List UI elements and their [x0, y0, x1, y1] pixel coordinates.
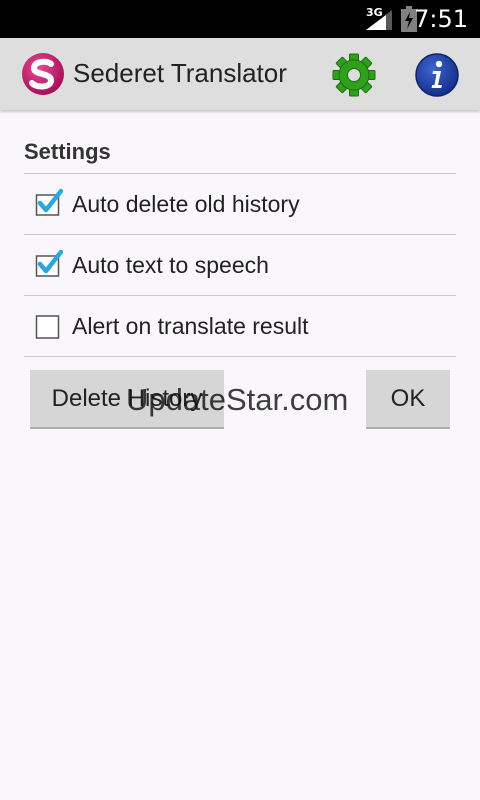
divider — [24, 356, 456, 357]
gear-icon — [332, 53, 376, 97]
settings-button[interactable] — [330, 52, 378, 98]
option-auto-delete-history[interactable]: Auto delete old history — [24, 174, 456, 234]
app-logo-icon — [22, 53, 64, 95]
checkbox-unchecked-icon[interactable] — [35, 311, 63, 339]
option-label: Auto text to speech — [72, 252, 269, 278]
info-button[interactable] — [414, 52, 460, 98]
status-bar: 3G 7:51 — [0, 0, 480, 38]
clock: 7:51 — [414, 5, 468, 33]
option-label: Auto delete old history — [72, 191, 300, 217]
info-icon — [415, 53, 459, 97]
settings-section-title: Settings — [24, 139, 111, 164]
delete-history-button[interactable]: Delete History — [30, 370, 224, 429]
ok-button[interactable]: OK — [366, 370, 450, 429]
checkbox-checked-icon[interactable] — [35, 189, 63, 217]
action-bar: Sederet Translator — [0, 38, 480, 110]
option-auto-text-to-speech[interactable]: Auto text to speech — [24, 235, 456, 295]
option-label: Alert on translate result — [72, 313, 309, 339]
option-alert-on-translate-result[interactable]: Alert on translate result — [24, 296, 456, 356]
app-title: Sederet Translator — [73, 58, 287, 88]
signal-icon — [366, 10, 392, 30]
checkbox-checked-icon[interactable] — [35, 250, 63, 278]
